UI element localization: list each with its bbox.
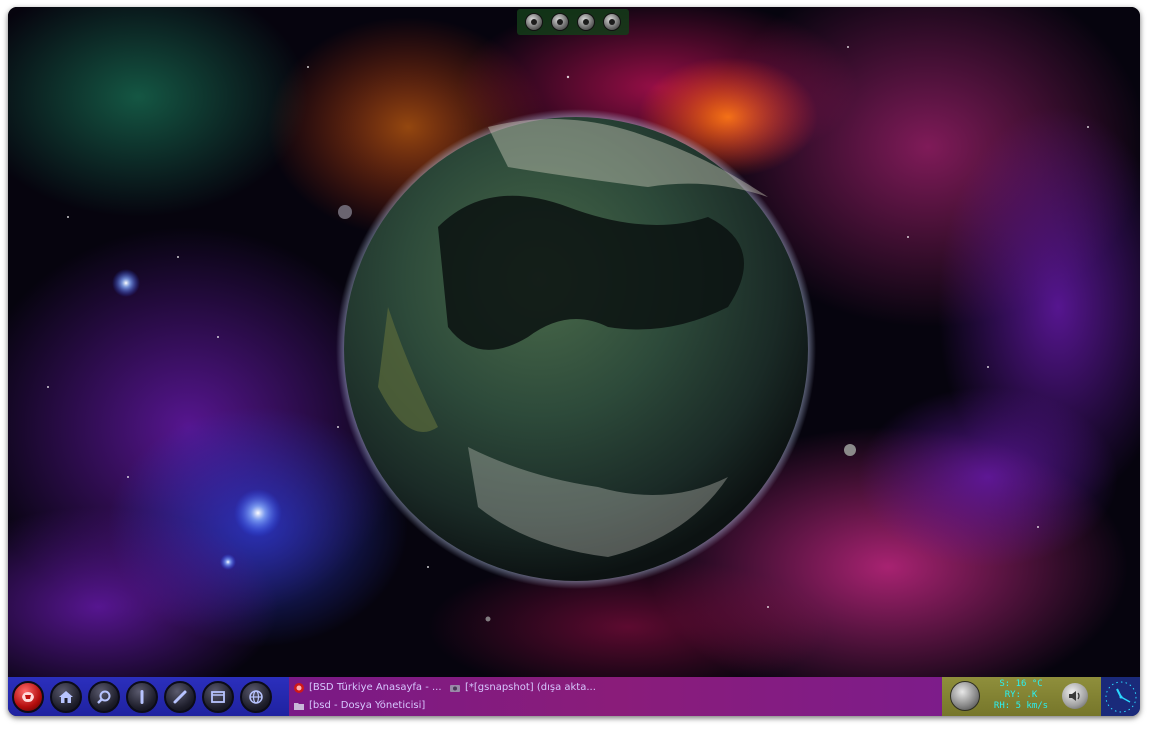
volume-icon[interactable]: [1062, 683, 1088, 709]
task-browser[interactable]: [BSD Türkiye Anasayfa - ...: [293, 679, 442, 696]
weather-wind-speed: RH: 5 km/s: [993, 701, 1049, 711]
desktop-screen: [BSD Türkiye Anasayfa - ... [*[gsnapshot…: [8, 7, 1140, 716]
snapshot-icon: [450, 684, 460, 692]
brush-icon[interactable]: [603, 13, 621, 31]
bottom-panel: [BSD Türkiye Anasayfa - ... [*[gsnapshot…: [8, 677, 1140, 716]
wallpaper: [8, 7, 1140, 677]
browser-icon: [294, 682, 304, 693]
weather-wind-direction: RY: .K: [1004, 690, 1038, 700]
folder-icon: [294, 702, 304, 710]
menu-icon[interactable]: [12, 680, 44, 713]
pen-icon[interactable]: [164, 680, 196, 713]
task-label: [bsd - Dosya Yöneticisi]: [309, 700, 426, 711]
weather-icon[interactable]: [950, 681, 980, 711]
window-icon[interactable]: [525, 13, 543, 31]
launcher-bar: [8, 677, 289, 716]
home-icon[interactable]: [50, 680, 82, 713]
system-tray: S: 16 °C RY: .K RH: 5 km/s: [942, 677, 1101, 716]
window-icon[interactable]: [202, 680, 234, 713]
circle-icon[interactable]: [551, 13, 569, 31]
clock-icon[interactable]: [1101, 677, 1140, 716]
top-toolbar: [517, 9, 629, 35]
weather-readout: S: 16 °C RY: .K RH: 5 km/s: [984, 679, 1058, 712]
terminal-icon[interactable]: [126, 680, 158, 713]
settings-icon[interactable]: [577, 13, 595, 31]
task-label: [BSD Türkiye Anasayfa - ...: [309, 682, 442, 693]
task-file-manager[interactable]: [bsd - Dosya Yöneticisi]: [293, 697, 425, 714]
task-label: [*[gsnapshot] (dışa akta...: [465, 682, 596, 693]
weather-temperature: S: 16 °C: [999, 679, 1043, 689]
search-icon[interactable]: [88, 680, 120, 713]
taskbar: [BSD Türkiye Anasayfa - ... [*[gsnapshot…: [289, 677, 942, 716]
task-gsnapshot[interactable]: [*[gsnapshot] (dışa akta...: [449, 679, 596, 696]
globe-icon[interactable]: [240, 680, 272, 713]
